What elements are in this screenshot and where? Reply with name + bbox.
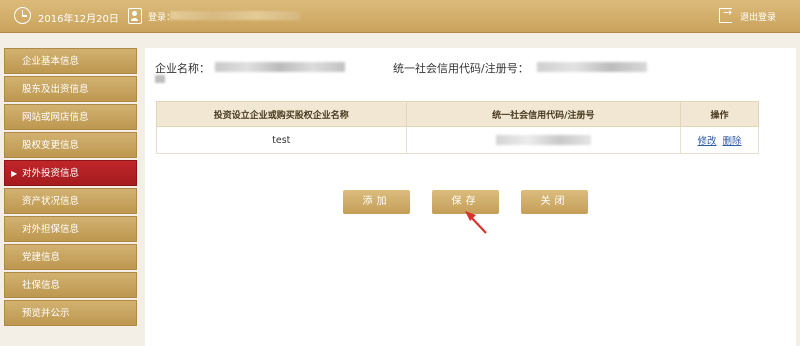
- sidebar-item-label: 党建信息: [22, 252, 61, 263]
- column-header-code: 统一社会信用代码/注册号: [405, 101, 682, 127]
- active-arrow-icon: ▶: [11, 169, 18, 178]
- company-name-label: 企业名称：: [155, 62, 210, 75]
- top-bar: 2016年12月20日 登录： 退出登录: [0, 0, 800, 33]
- sidebar-item-label: 网站或网店信息: [22, 112, 89, 123]
- sidebar-item-party[interactable]: 党建信息: [4, 244, 137, 270]
- main-panel: 企业名称： 统一社会信用代码/注册号： 投资设立企业或购买股权企业名称 统一社会…: [145, 48, 796, 346]
- redacted-credit-code: [537, 62, 647, 72]
- logout-icon[interactable]: [719, 6, 732, 23]
- add-button[interactable]: 添加: [343, 190, 410, 214]
- user-icon: [128, 8, 142, 24]
- sidebar-item-label: 对外担保信息: [22, 224, 80, 235]
- sidebar-item-label: 股权变更信息: [22, 140, 80, 151]
- investment-table: 投资设立企业或购买股权企业名称 统一社会信用代码/注册号 操作 test 修改删…: [156, 101, 759, 154]
- column-header-company: 投资设立企业或购买股权企业名称: [156, 101, 407, 127]
- redacted-company-name: [215, 62, 345, 72]
- delete-link[interactable]: 删除: [723, 136, 742, 147]
- current-date: 2016年12月20日: [38, 14, 119, 25]
- logout-link[interactable]: 退出登录: [740, 10, 776, 23]
- sidebar-item-label: 股东及出资信息: [22, 84, 89, 95]
- sidebar-item-label: 对外投资信息: [22, 168, 80, 179]
- sidebar-item-label: 预览并公示: [22, 308, 70, 319]
- sidebar-item-label: 资产状况信息: [22, 196, 80, 207]
- close-button[interactable]: 关闭: [521, 190, 588, 214]
- redacted-company-name-tail: [155, 75, 165, 83]
- sidebar-item-basic-info[interactable]: 企业基本信息: [4, 48, 137, 74]
- sidebar-item-shareholders[interactable]: 股东及出资信息: [4, 76, 137, 102]
- sidebar-item-label: 企业基本信息: [22, 56, 80, 67]
- column-header-actions: 操作: [680, 101, 759, 127]
- sidebar-item-preview-publish[interactable]: 预览并公示: [4, 300, 137, 326]
- sidebar-item-external-investment[interactable]: ▶ 对外投资信息: [4, 160, 137, 186]
- save-button[interactable]: 保存: [432, 190, 499, 214]
- cell-actions: 修改 删除: [680, 126, 759, 154]
- cell-company-name: test: [156, 126, 407, 154]
- credit-code-label: 统一社会信用代码/注册号：: [393, 62, 529, 75]
- sidebar-nav: 企业基本信息 股东及出资信息 网站或网店信息 股权变更信息 ▶ 对外投资信息 资产…: [4, 48, 137, 328]
- sidebar-item-social-security[interactable]: 社保信息: [4, 272, 137, 298]
- sidebar-item-label: 社保信息: [22, 280, 61, 291]
- sidebar-item-websites[interactable]: 网站或网店信息: [4, 104, 137, 130]
- sidebar-item-assets[interactable]: 资产状况信息: [4, 188, 137, 214]
- table-row: test 修改 删除: [156, 126, 759, 154]
- redacted-cell-code: [495, 135, 591, 145]
- redacted-username: [170, 11, 300, 20]
- edit-link[interactable]: 修改: [698, 136, 717, 147]
- cell-credit-code: [405, 126, 682, 154]
- sidebar-item-guarantees[interactable]: 对外担保信息: [4, 216, 137, 242]
- sidebar-item-equity-change[interactable]: 股权变更信息: [4, 132, 137, 158]
- clock-icon: [14, 7, 31, 24]
